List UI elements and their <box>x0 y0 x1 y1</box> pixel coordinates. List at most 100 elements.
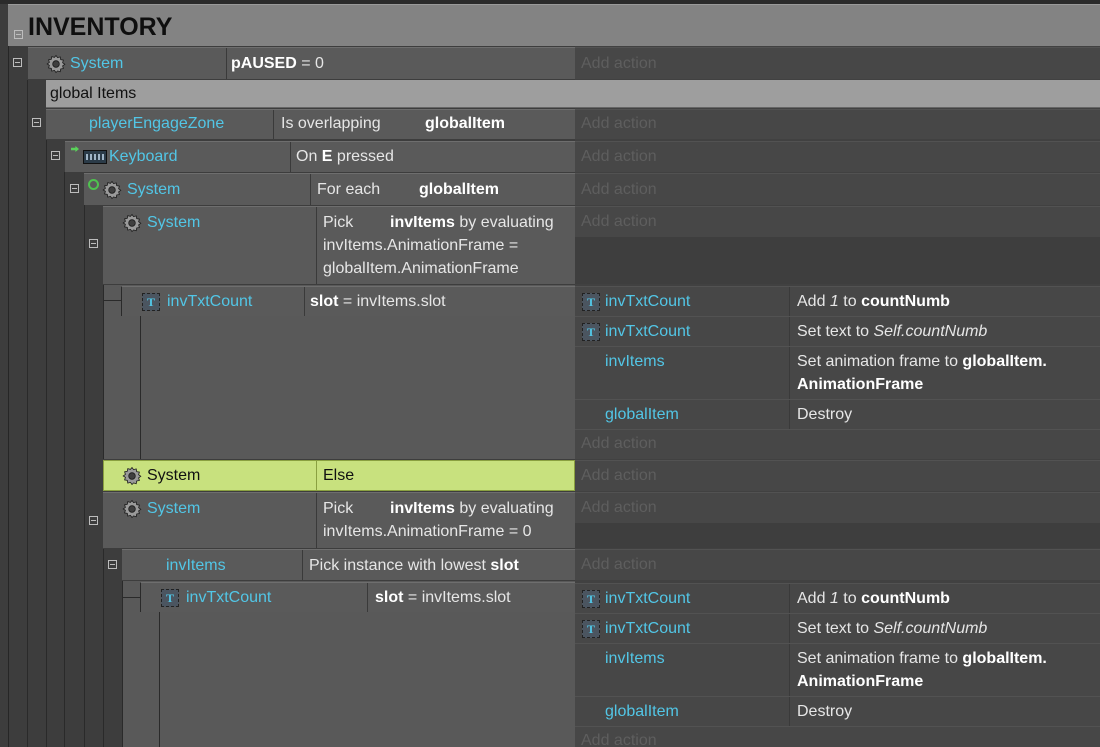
text-object-icon: T <box>142 293 160 311</box>
condition-text[interactable]: pAUSED = 0 <box>231 55 324 73</box>
group-collapse-toggle[interactable] <box>14 30 23 39</box>
add-action-link[interactable]: Add action <box>581 435 657 453</box>
action-object[interactable]: invItems <box>605 353 665 371</box>
action-row[interactable]: invItems Set animation frame to globalIt… <box>575 643 1100 696</box>
action-text[interactable]: Set animation frame to globalItem. <box>797 650 1047 668</box>
action-text[interactable]: Set text to Self.countNumb <box>797 323 987 341</box>
action-object[interactable]: invTxtCount <box>605 620 690 638</box>
event-pause[interactable]: System pAUSED = 0 <box>28 47 575 79</box>
cond-pre: On <box>296 148 322 165</box>
add-action-row[interactable]: Add action <box>575 47 1100 79</box>
object-name[interactable]: Keyboard <box>109 148 178 166</box>
add-action-row[interactable]: Add action <box>575 492 1100 523</box>
group-header[interactable]: INVENTORY <box>8 4 1100 46</box>
action-row[interactable]: globalItem Destroy <box>575 399 1100 429</box>
cond-bold: invItems <box>390 214 455 231</box>
action-object[interactable]: globalItem <box>605 703 679 721</box>
add-action-link[interactable]: Add action <box>581 732 657 747</box>
action-row[interactable]: globalItem Destroy <box>575 696 1100 726</box>
gear-icon <box>102 180 122 200</box>
condition-text[interactable]: Pick <box>323 214 353 232</box>
act-mid: to <box>838 590 862 607</box>
event-toggle[interactable] <box>70 184 79 193</box>
condition-text-2: invItems by evaluating <box>390 214 554 232</box>
condition-text[interactable]: Else <box>323 467 354 485</box>
comment-row[interactable]: global Items <box>46 80 1100 108</box>
condition-text[interactable]: Pick instance with lowest slot <box>309 557 519 575</box>
add-action-row[interactable]: Add action <box>575 206 1100 237</box>
margin-line <box>8 46 9 747</box>
add-action-link[interactable]: Add action <box>581 556 657 574</box>
condition-text[interactable]: On E pressed <box>296 148 394 166</box>
object-name[interactable]: invItems <box>166 557 226 575</box>
text-object-icon: T <box>161 589 179 607</box>
add-action-link[interactable]: Add action <box>581 181 657 199</box>
action-text[interactable]: Add 1 to countNumb <box>797 590 950 608</box>
indent-line <box>84 205 85 747</box>
action-object[interactable]: invItems <box>605 650 665 668</box>
action-text[interactable]: Destroy <box>797 406 852 424</box>
action-text[interactable]: Set animation frame to globalItem. <box>797 353 1047 371</box>
add-action-row[interactable]: Add action <box>575 460 1100 491</box>
condition-filler <box>140 316 575 459</box>
event-lowest[interactable]: invItems Pick instance with lowest slot <box>122 549 575 580</box>
object-name[interactable]: System <box>127 181 180 199</box>
add-action-row[interactable]: Add action <box>575 109 1100 139</box>
event-toggle[interactable] <box>13 58 22 67</box>
object-name[interactable]: System <box>70 55 123 73</box>
add-action-link[interactable]: Add action <box>581 148 657 166</box>
action-text-line-2: AnimationFrame <box>797 673 924 690</box>
action-row[interactable]: T invTxtCount Set text to Self.countNumb <box>575 613 1100 643</box>
event-pick-1[interactable]: System Pick invItems by evaluating invIt… <box>103 206 575 284</box>
condition-line-2: invItems.AnimationFrame = <box>323 237 519 254</box>
object-name[interactable]: System <box>147 467 200 485</box>
act-pre: Set animation frame to <box>797 353 963 370</box>
event-slot-2[interactable]: T invTxtCount slot = invItems.slot <box>140 582 575 612</box>
add-action-row[interactable]: Add action <box>575 141 1100 172</box>
event-toggle[interactable] <box>32 118 41 127</box>
divider <box>302 550 303 580</box>
object-name[interactable]: System <box>147 214 200 232</box>
add-action-link[interactable]: Add action <box>581 213 657 231</box>
add-action-row[interactable]: Add action <box>575 726 1100 747</box>
event-overlap[interactable]: playerEngageZone Is overlapping globalIt… <box>46 109 575 139</box>
event-slot-1[interactable]: T invTxtCount slot = invItems.slot <box>121 286 575 316</box>
action-object[interactable]: invTxtCount <box>605 323 690 341</box>
object-name[interactable]: invTxtCount <box>167 293 252 311</box>
object-name[interactable]: invTxtCount <box>186 589 271 607</box>
add-action-row[interactable]: Add action <box>575 549 1100 580</box>
condition-text[interactable]: Pick <box>323 500 353 518</box>
event-toggle[interactable] <box>108 560 117 569</box>
event-else[interactable]: System Else <box>103 460 575 491</box>
event-keyboard[interactable]: Keyboard On E pressed <box>65 141 575 172</box>
condition-text[interactable]: slot = invItems.slot <box>310 293 446 311</box>
event-pick-2[interactable]: System Pick invItems by evaluating invIt… <box>103 492 575 548</box>
add-action-row[interactable]: Add action <box>575 173 1100 205</box>
action-text[interactable]: Add 1 to countNumb <box>797 293 950 311</box>
event-foreach[interactable]: System For each globalItem <box>84 173 575 205</box>
add-action-link[interactable]: Add action <box>581 115 657 133</box>
event-toggle[interactable] <box>89 239 98 248</box>
add-action-row[interactable]: Add action <box>575 429 1100 459</box>
add-action-link[interactable]: Add action <box>581 55 657 73</box>
action-object[interactable]: invTxtCount <box>605 590 690 608</box>
action-text[interactable]: Destroy <box>797 703 852 721</box>
object-name[interactable]: System <box>147 500 200 518</box>
condition-text[interactable]: Is overlapping <box>281 115 381 133</box>
action-row[interactable]: T invTxtCount Add 1 to countNumb <box>575 583 1100 613</box>
condition-text[interactable]: slot = invItems.slot <box>375 589 511 607</box>
action-text[interactable]: Set text to Self.countNumb <box>797 620 987 638</box>
action-object[interactable]: globalItem <box>605 406 679 424</box>
cond-post: by evaluating <box>454 214 554 231</box>
object-name[interactable]: playerEngageZone <box>89 115 224 133</box>
divider <box>290 142 291 172</box>
action-object[interactable]: invTxtCount <box>605 293 690 311</box>
event-toggle[interactable] <box>51 151 60 160</box>
condition-text[interactable]: For each <box>317 181 380 199</box>
action-row[interactable]: T invTxtCount Add 1 to countNumb <box>575 286 1100 316</box>
add-action-link[interactable]: Add action <box>581 467 657 485</box>
action-row[interactable]: invItems Set animation frame to globalIt… <box>575 346 1100 399</box>
add-action-link[interactable]: Add action <box>581 499 657 517</box>
action-row[interactable]: T invTxtCount Set text to Self.countNumb <box>575 316 1100 346</box>
event-toggle[interactable] <box>89 516 98 525</box>
